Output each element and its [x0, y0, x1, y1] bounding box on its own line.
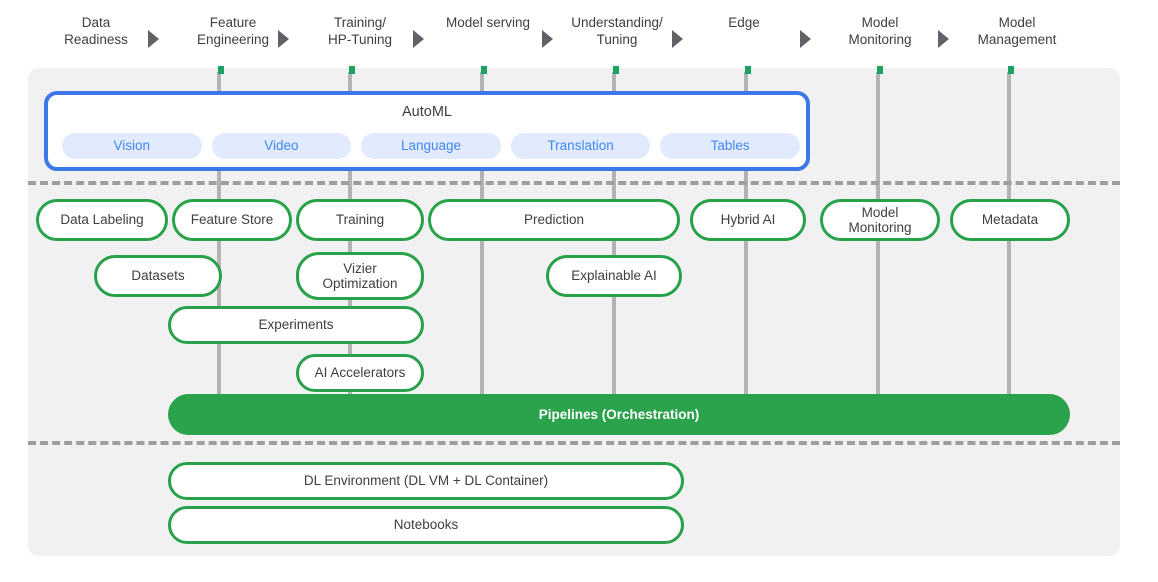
phase-label-4: Model serving — [428, 14, 548, 31]
automl-pill-translation[interactable]: Translation — [511, 133, 651, 159]
phase-connector-dot-5 — [745, 66, 751, 74]
phase-label-1: Data Readiness — [36, 14, 156, 48]
pipelines-bar[interactable]: Pipelines (Orchestration) — [168, 394, 1070, 435]
phase-arrow-icon-2 — [278, 30, 289, 48]
diagram-canvas: Data ReadinessFeature EngineeringTrainin… — [0, 0, 1158, 582]
phase-arrow-icon-7 — [938, 30, 949, 48]
phase-connector-dot-3 — [481, 66, 487, 74]
capsule-data-labeling[interactable]: Data Labeling — [36, 199, 168, 241]
capsule-metadata[interactable]: Metadata — [950, 199, 1070, 241]
phase-connector-dot-2 — [349, 66, 355, 74]
capsule-vizier-optimization[interactable]: Vizier Optimization — [296, 252, 424, 300]
automl-pill-video[interactable]: Video — [212, 133, 352, 159]
divider-lower — [28, 441, 1120, 445]
automl-pill-tables[interactable]: Tables — [660, 133, 800, 159]
phase-arrow-icon-4 — [542, 30, 553, 48]
automl-pill-vision[interactable]: Vision — [62, 133, 202, 159]
automl-box[interactable]: AutoML Vision Video Language Translation Tab… — [44, 91, 810, 171]
capsule-hybrid-ai[interactable]: Hybrid AI — [690, 199, 806, 241]
capsule-prediction[interactable]: Prediction — [428, 199, 680, 241]
phase-arrow-icon-6 — [800, 30, 811, 48]
capsule-datasets[interactable]: Datasets — [94, 255, 222, 297]
divider-upper — [28, 181, 1120, 185]
capsule-training[interactable]: Training — [296, 199, 424, 241]
phase-arrow-icon-3 — [413, 30, 424, 48]
phase-connector-dot-6 — [877, 66, 883, 74]
phase-arrow-icon-1 — [148, 30, 159, 48]
phase-label-8: Model Management — [954, 14, 1080, 48]
capsule-notebooks[interactable]: Notebooks — [168, 506, 684, 544]
automl-pill-language[interactable]: Language — [361, 133, 501, 159]
phase-connector-dot-7 — [1008, 66, 1014, 74]
automl-pill-row: Vision Video Language Translation Tables — [62, 133, 800, 159]
capsule-feature-store[interactable]: Feature Store — [172, 199, 292, 241]
capsule-explainable-ai[interactable]: Explainable AI — [546, 255, 682, 297]
phase-label-6: Edge — [694, 14, 794, 31]
pipelines-label: Pipelines (Orchestration) — [539, 407, 700, 422]
capsule-dl-environment[interactable]: DL Environment (DL VM + DL Container) — [168, 462, 684, 500]
capsule-ai-accelerators[interactable]: AI Accelerators — [296, 354, 424, 392]
phase-label-5: Understanding/ Tuning — [552, 14, 682, 48]
phase-connector-dot-4 — [613, 66, 619, 74]
capsule-experiments[interactable]: Experiments — [168, 306, 424, 344]
capsule-model-monitoring[interactable]: Model Monitoring — [820, 199, 940, 241]
automl-title: AutoML — [48, 104, 806, 120]
phase-label-3: Training/ HP-Tuning — [300, 14, 420, 48]
phase-connector-dot-1 — [218, 66, 224, 74]
phase-label-7: Model Monitoring — [822, 14, 938, 48]
phase-strip: Data ReadinessFeature EngineeringTrainin… — [0, 0, 1158, 70]
phase-arrow-icon-5 — [672, 30, 683, 48]
